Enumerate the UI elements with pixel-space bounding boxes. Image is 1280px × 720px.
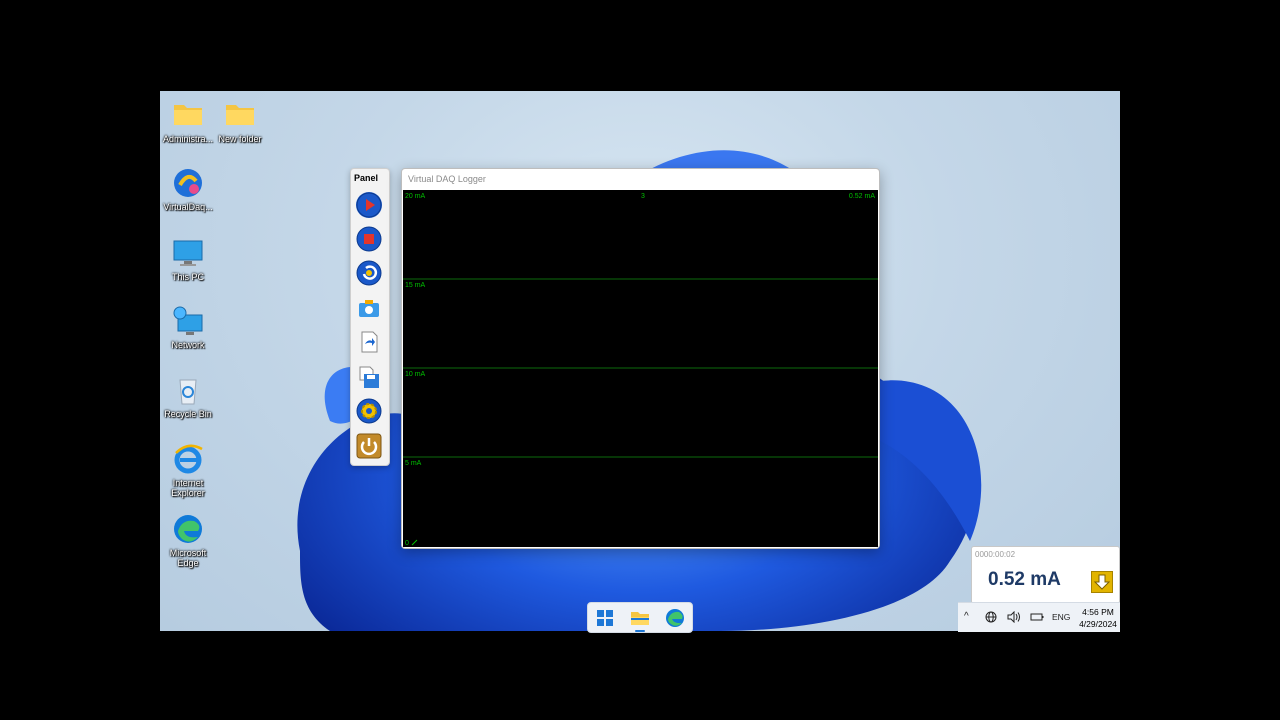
y-label-15: 15 mA [405, 282, 426, 289]
stop-icon [356, 226, 382, 252]
system-tray: ^ ENG 4:56 PM 4/29/2024 [958, 602, 1120, 632]
power-button[interactable] [356, 433, 382, 459]
current-value: 0.52 mA [988, 569, 1061, 590]
top-center-label: 3 [641, 193, 645, 200]
language-indicator[interactable]: ENG [1052, 612, 1070, 622]
reset-icon [356, 260, 382, 286]
top-right-label: 0.52 mA [849, 193, 875, 200]
desktop-icon-label: VirtualDaq... [163, 202, 213, 212]
folder-icon [224, 99, 256, 131]
open-file-button[interactable] [356, 329, 382, 355]
edge-icon [172, 513, 204, 545]
desktop-icon-network[interactable]: Network [160, 305, 216, 350]
window-title: Virtual DAQ Logger [408, 174, 486, 184]
settings-button[interactable] [356, 398, 382, 424]
desktop-icon-this-pc[interactable]: This PC [160, 237, 216, 282]
y-label-0: 0 [405, 540, 409, 547]
save-icon [359, 366, 379, 388]
desktop-icon-label: Network [171, 340, 205, 350]
y-label-5: 5 mA [405, 460, 422, 467]
current-readout-widget: 0000:00:02 0.52 mA [971, 546, 1120, 604]
stop-button[interactable] [356, 226, 382, 252]
settings-gear-icon [356, 398, 382, 424]
desktop-icon-label: Microsoft Edge [169, 548, 207, 568]
panel-title: Panel [354, 173, 379, 183]
save-button[interactable] [356, 364, 382, 390]
play-button[interactable] [356, 192, 382, 218]
desktop-icon-new-folder[interactable]: New folder [212, 99, 268, 144]
desktop-icon-recycle-bin[interactable]: Recycle Bin [160, 374, 216, 419]
clock-time: 4:56 PM [1082, 607, 1114, 617]
clock[interactable]: 4:56 PM 4/29/2024 [1078, 606, 1118, 630]
y-label-20: 20 mA [405, 193, 426, 200]
desktop-icon-label: Internet Explorer [171, 478, 205, 498]
plot-area: 20 mA 15 mA 10 mA 5 mA 0 3 0.52 mA [403, 190, 878, 547]
desktop-icon-microsoft-edge[interactable]: Microsoft Edge [160, 513, 216, 568]
play-icon [356, 192, 382, 218]
open-file-icon [361, 331, 378, 353]
folder-icon [172, 99, 204, 131]
data-trace [411, 539, 418, 546]
camera-button[interactable] [356, 295, 382, 321]
internet-explorer-icon [172, 443, 204, 475]
download-arrow-icon[interactable] [1091, 571, 1113, 593]
taskbar-apps [587, 602, 693, 633]
recycle-bin-icon [172, 374, 204, 406]
windows-start-icon[interactable] [594, 607, 616, 629]
network-globe-icon[interactable] [985, 611, 997, 626]
file-explorer-icon[interactable] [629, 607, 651, 632]
desktop-icon-label: This PC [171, 272, 204, 282]
desktop-icon-label: New folder [218, 134, 262, 144]
active-indicator [635, 630, 645, 632]
elapsed-time: 0000:00:02 [975, 550, 1016, 559]
panel-toolbar: Panel [350, 168, 390, 466]
desktop-icon-virtualdaq[interactable]: VirtualDaq... [160, 167, 216, 212]
battery-icon[interactable] [1030, 611, 1044, 626]
clock-date: 4/29/2024 [1079, 619, 1117, 629]
desktop-icon-label: Administra... [162, 134, 213, 144]
network-icon [172, 305, 204, 337]
desktop-icon-internet-explorer[interactable]: Internet Explorer [160, 443, 216, 498]
y-label-10: 10 mA [405, 371, 426, 378]
desktop-icon-administrator[interactable]: Administra... [160, 99, 216, 144]
desktop-icon-label: Recycle Bin [164, 409, 212, 419]
logger-window: Virtual DAQ Logger 20 mA 15 mA 10 mA 5 m… [401, 168, 880, 549]
show-hidden-icons-chevron[interactable]: ^ [964, 611, 969, 622]
power-icon [356, 433, 382, 459]
monitor-icon [172, 237, 204, 269]
reset-button[interactable] [356, 260, 382, 286]
volume-icon[interactable] [1007, 610, 1021, 626]
plot-svg: 20 mA 15 mA 10 mA 5 mA 0 3 0.52 mA [403, 193, 878, 547]
edge-icon[interactable] [664, 607, 686, 629]
virtualdaq-app-icon [172, 167, 204, 199]
camera-icon [359, 300, 379, 317]
